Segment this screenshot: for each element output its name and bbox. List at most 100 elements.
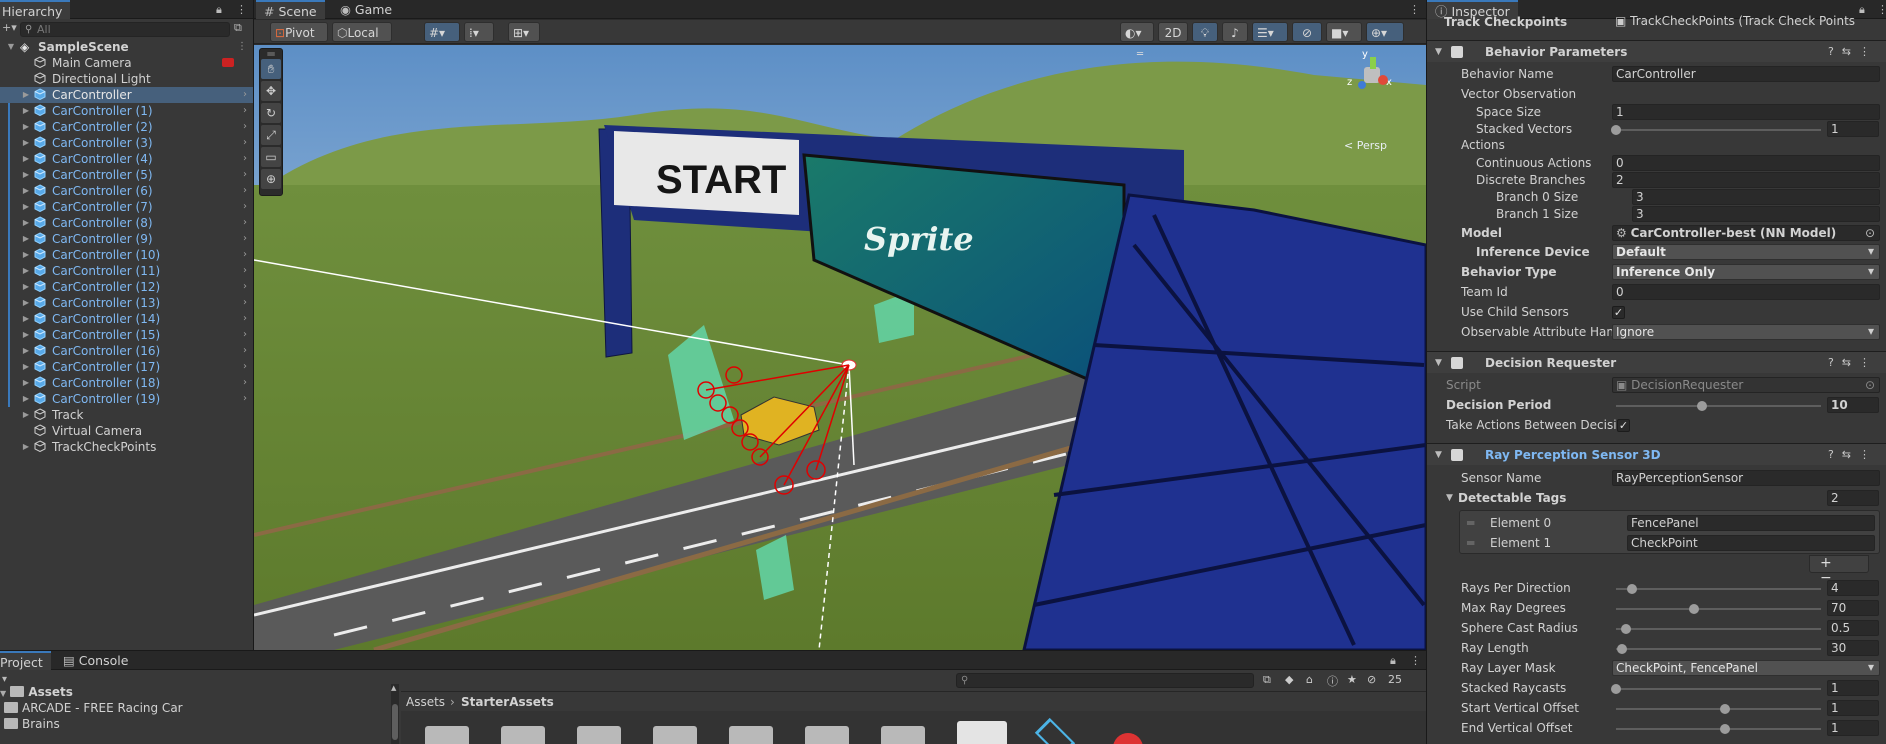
slider-knob[interactable] — [1688, 604, 1699, 614]
take-actions-checkbox[interactable]: ✓ — [1617, 419, 1630, 432]
expand-arrow-icon[interactable]: ▶ — [21, 103, 31, 119]
expand-arrow-icon[interactable]: ▶ — [21, 391, 31, 407]
space-size-input[interactable]: 1 — [1612, 104, 1880, 120]
open-prefab-chevron-icon[interactable]: › — [243, 215, 247, 231]
transform-tool-icon[interactable]: ⊕ — [261, 169, 281, 189]
expand-arrow-icon[interactable]: ▶ — [21, 199, 31, 215]
overlay-menu-icon[interactable]: ═ — [1137, 49, 1143, 60]
breadcrumb-assets[interactable]: Assets — [406, 692, 445, 712]
camera-settings-button[interactable]: ■▾ — [1326, 22, 1362, 42]
behavior-name-input[interactable]: CarController — [1612, 66, 1880, 82]
hierarchy-item[interactable]: ▶ CarController (5) › — [0, 167, 253, 183]
hierarchy-item[interactable]: ▶ Track — [0, 407, 253, 423]
start-vertical-offset-input[interactable]: 1 — [1827, 700, 1879, 716]
expand-arrow-icon[interactable]: ▶ — [21, 279, 31, 295]
discrete-branches-input[interactable]: 2 — [1612, 172, 1880, 188]
slider-knob[interactable] — [1611, 684, 1621, 694]
drag-handle-icon[interactable]: ═ — [1467, 535, 1474, 552]
expand-arrow-icon[interactable]: ▶ — [21, 295, 31, 311]
expand-arrow-icon[interactable]: ▶ — [21, 439, 31, 455]
hidden-packages-icon[interactable]: ⊘ — [1367, 673, 1376, 686]
local-dropdown[interactable]: ⬡Local ▾ — [332, 22, 392, 60]
hierarchy-item[interactable]: ▶ CarController (9) › — [0, 231, 253, 247]
folder-icon[interactable] — [577, 726, 621, 744]
hierarchy-item[interactable]: Main Camera — [0, 55, 253, 71]
open-prefab-chevron-icon[interactable]: › — [243, 359, 247, 375]
object-picker-icon[interactable]: ⊙ — [1865, 226, 1875, 240]
decision-requester-header[interactable]: ▼ Decision Requester ?⇆⋮ — [1427, 351, 1886, 373]
component-actions[interactable]: ?⇆⋮ — [1828, 352, 1878, 374]
component-actions[interactable]: ?⇆⋮ — [1828, 41, 1878, 63]
stacked-vectors-input[interactable]: 1 — [1827, 121, 1879, 137]
orientation-gizmo[interactable]: y z x — [1342, 49, 1402, 113]
open-prefab-chevron-icon[interactable]: › — [243, 375, 247, 391]
open-prefab-chevron-icon[interactable]: › — [243, 231, 247, 247]
open-prefab-chevron-icon[interactable]: › — [243, 391, 247, 407]
tools-handle[interactable]: ═ — [261, 48, 281, 60]
detectable-tags-row[interactable]: ▼ Detectable Tags 2 — [1427, 490, 1886, 507]
slider-knob[interactable] — [1617, 644, 1628, 654]
rays-per-direction-input[interactable]: 4 — [1827, 580, 1879, 596]
hierarchy-item[interactable]: ▶ CarController (15) › — [0, 327, 253, 343]
2d-toggle[interactable]: 2D — [1158, 22, 1188, 42]
open-prefab-chevron-icon[interactable]: › — [243, 151, 247, 167]
hierarchy-item[interactable]: ▶ CarController (7) › — [0, 199, 253, 215]
expand-arrow-icon[interactable]: ▶ — [21, 359, 31, 375]
folder-icon[interactable] — [881, 726, 925, 744]
hierarchy-item[interactable]: ▶ CarController (10) › — [0, 247, 253, 263]
breadcrumb-starterassets[interactable]: StarterAssets — [461, 692, 554, 712]
hierarchy-item[interactable]: ▶ CarController (8) › — [0, 215, 253, 231]
favorite-star-icon[interactable]: ★ — [1347, 673, 1357, 686]
expand-arrow-icon[interactable]: ▶ — [21, 215, 31, 231]
branch1-input[interactable]: 3 — [1632, 206, 1880, 222]
open-prefab-chevron-icon[interactable]: › — [243, 167, 247, 183]
slider-knob[interactable] — [1621, 624, 1632, 634]
rotate-tool-icon[interactable]: ↻ — [261, 103, 281, 123]
slider-knob[interactable] — [1719, 704, 1730, 714]
snap-increment-button[interactable]: ⁞▾ — [464, 22, 494, 42]
tree-scrollbar[interactable]: ▲ — [391, 684, 399, 744]
foldout-arrow-icon[interactable]: ▼ — [1446, 490, 1453, 507]
tree-assets[interactable]: ▼ Assets — [0, 684, 73, 700]
element1-input[interactable]: CheckPoint — [1627, 535, 1875, 551]
hierarchy-item[interactable]: ▶ CarController (18) › — [0, 375, 253, 391]
folder-icon[interactable] — [501, 726, 545, 744]
continuous-actions-input[interactable]: 0 — [1612, 155, 1880, 171]
rays-per-direction-slider[interactable] — [1616, 584, 1821, 594]
open-prefab-chevron-icon[interactable]: › — [243, 183, 247, 199]
collapse-arrow-icon[interactable]: ▼ — [6, 39, 16, 55]
scrollbar-thumb[interactable] — [392, 704, 398, 740]
expand-arrow-icon[interactable]: ▶ — [21, 375, 31, 391]
decision-period-slider[interactable] — [1616, 401, 1821, 411]
perspective-label[interactable]: < Persp — [1344, 139, 1387, 152]
folder-icon[interactable] — [425, 726, 469, 744]
expand-arrow-icon[interactable]: ▶ — [21, 247, 31, 263]
tag-icon[interactable]: ⌂ — [1306, 673, 1313, 686]
expand-arrow-icon[interactable]: ▶ — [21, 151, 31, 167]
scroll-up-icon[interactable]: ▲ — [391, 684, 399, 692]
scene-menu-icon[interactable]: ⋮ — [237, 39, 247, 55]
folder-icon[interactable] — [729, 726, 773, 744]
hierarchy-item[interactable]: ▶ TrackCheckPoints — [0, 439, 253, 455]
open-prefab-chevron-icon[interactable]: › — [243, 295, 247, 311]
audio-toggle[interactable]: ♪ — [1222, 22, 1248, 42]
track-checkpoints-field[interactable]: ▣ TrackCheckPoints (Track Check Points — [1612, 14, 1880, 30]
foldout-arrow-icon[interactable]: ▼ — [1435, 41, 1442, 63]
expand-arrow-icon[interactable]: ▶ — [21, 135, 31, 151]
expand-arrow-icon[interactable]: ▶ — [21, 327, 31, 343]
end-vertical-offset-slider[interactable] — [1616, 724, 1821, 734]
hierarchy-item[interactable]: ▶ CarController (19) › — [0, 391, 253, 407]
hierarchy-item[interactable]: ▶ CarController (17) › — [0, 359, 253, 375]
hierarchy-item[interactable]: ▶ CarController (12) › — [0, 279, 253, 295]
grid-snap-button[interactable]: #▾ — [424, 22, 460, 42]
scene-visibility-icon[interactable]: ⧉ — [234, 21, 242, 35]
tab-hierarchy[interactable]: Hierarchy — [0, 0, 71, 19]
expand-arrow-icon[interactable]: ▶ — [21, 183, 31, 199]
more-menu-icon[interactable]: ⋮ — [1410, 651, 1421, 670]
foldout-arrow-icon[interactable]: ▼ — [1435, 352, 1442, 374]
ray-perception-header[interactable]: ▼ Ray Perception Sensor 3D ?⇆⋮ — [1427, 443, 1886, 465]
move-tool-icon[interactable]: ✥ — [261, 81, 281, 101]
stacked-raycasts-slider[interactable] — [1611, 684, 1821, 694]
element0-input[interactable]: FencePanel — [1627, 515, 1875, 531]
open-prefab-chevron-icon[interactable]: › — [243, 343, 247, 359]
